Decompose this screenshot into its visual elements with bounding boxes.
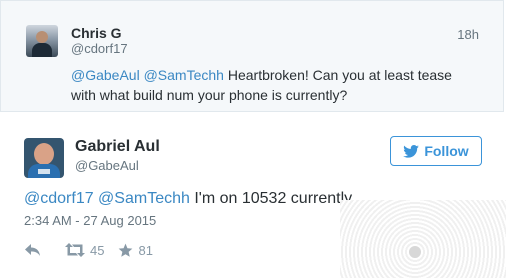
reply-author-name[interactable]: Chris G (71, 25, 122, 41)
twitter-bird-icon (403, 144, 420, 158)
background-ripple-graphic (340, 200, 506, 278)
retweet-button[interactable]: 45 (65, 243, 104, 258)
reply-mentions[interactable]: @GabeAul @SamTechh (71, 67, 224, 83)
follow-button[interactable]: Follow (390, 136, 482, 166)
favorite-count: 81 (138, 242, 153, 258)
tweet-actions: 45 81 (24, 240, 153, 260)
reply-author-handle[interactable]: @cdorf17 (71, 41, 128, 56)
author-handle[interactable]: @GabeAul (75, 158, 139, 173)
author-name[interactable]: Gabriel Aul (75, 138, 160, 156)
star-icon (119, 243, 133, 257)
tweet-timestamp[interactable]: 2:34 AM - 27 Aug 2015 (24, 213, 156, 228)
reply-button[interactable] (24, 243, 41, 257)
retweet-count: 45 (90, 242, 105, 258)
reply-arrow-icon (25, 244, 40, 256)
avatar[interactable] (26, 25, 58, 57)
reply-tweet-text: @GabeAul @SamTechh Heartbroken! Can you … (71, 65, 471, 105)
tweet-body: I'm on 10532 currently (189, 190, 353, 207)
reply-timestamp[interactable]: 18h (457, 27, 479, 42)
reply-tweet: Chris G @cdorf17 18h @GabeAul @SamTechh … (0, 0, 504, 112)
favorite-button[interactable]: 81 (118, 242, 153, 258)
follow-label: Follow (424, 143, 469, 159)
tweet-mentions[interactable]: @cdorf17 @SamTechh (24, 190, 190, 207)
tweet-text: @cdorf17 @SamTechh I'm on 10532 currentl… (24, 190, 352, 208)
retweet-icon (65, 243, 85, 257)
avatar[interactable] (24, 138, 64, 178)
